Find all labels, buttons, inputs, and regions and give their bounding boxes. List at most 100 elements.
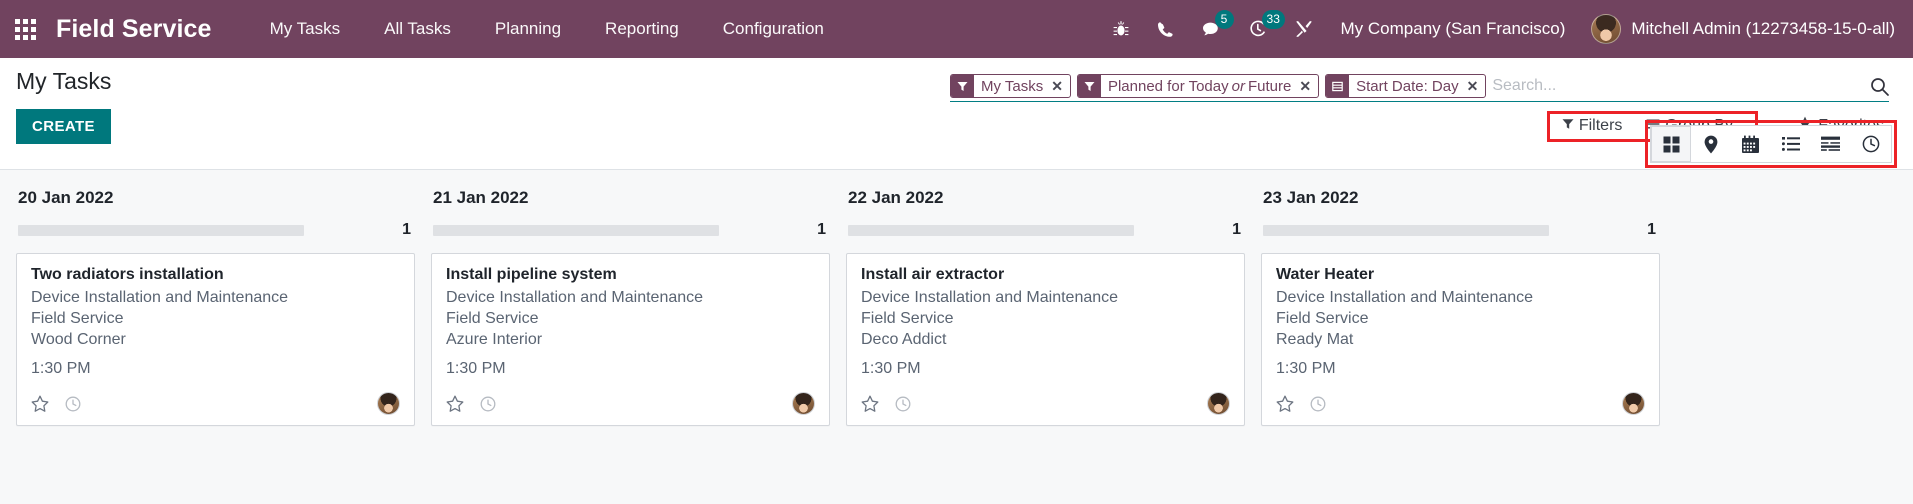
- control-panel: My Tasks CREATE My Tasks ✕ Planned for T…: [0, 58, 1913, 170]
- progress-bar[interactable]: [1263, 224, 1549, 236]
- card-title: Water Heater: [1276, 266, 1375, 283]
- card-footer: [861, 392, 1230, 416]
- app-brand-title[interactable]: Field Service: [48, 15, 222, 44]
- facet-label-operator: or: [1231, 77, 1245, 95]
- kanban-column-title[interactable]: 21 Jan 2022: [431, 184, 830, 208]
- chat-icon[interactable]: 5: [1188, 0, 1235, 58]
- company-selector[interactable]: My Company (San Francisco): [1327, 19, 1582, 39]
- card-footer: [1276, 392, 1645, 416]
- kanban-card[interactable]: Water Heater Device Installation and Mai…: [1261, 253, 1660, 427]
- assignee-avatar[interactable]: [792, 392, 815, 416]
- card-team: Field Service: [446, 310, 539, 328]
- view-map[interactable]: [1691, 126, 1731, 162]
- kanban-card[interactable]: Two radiators installation Device Instal…: [16, 253, 415, 427]
- view-gantt[interactable]: [1811, 126, 1851, 162]
- chat-badge-count: 5: [1214, 10, 1234, 29]
- kanban-board: 20 Jan 2022 1 Two radiators installation…: [0, 170, 1913, 504]
- view-calendar[interactable]: [1731, 126, 1771, 162]
- view-switcher: [1650, 125, 1892, 163]
- menu-item-configuration[interactable]: Configuration: [701, 1, 846, 57]
- facet-planned-today-future[interactable]: Planned for Today or Future ✕: [1076, 74, 1320, 98]
- user-menu[interactable]: Mitchell Admin (12273458-15-0-all): [1581, 14, 1895, 44]
- tools-icon[interactable]: [1281, 0, 1327, 58]
- view-activity[interactable]: [1851, 126, 1891, 162]
- kanban-column-title[interactable]: 22 Jan 2022: [846, 184, 1245, 208]
- filter-icon: [951, 75, 974, 97]
- filters-label: Filters: [1578, 117, 1623, 134]
- kanban-card[interactable]: Install air extractor Device Installatio…: [846, 253, 1245, 427]
- star-outline-icon[interactable]: [446, 395, 464, 413]
- activity-clock-icon[interactable]: 33: [1235, 0, 1285, 58]
- search-facets-row: My Tasks ✕ Planned for Today or Future ✕: [950, 74, 1889, 102]
- top-navbar: Field Service My Tasks All Tasks Plannin…: [0, 0, 1913, 58]
- star-outline-icon[interactable]: [31, 395, 49, 413]
- kanban-column: 23 Jan 2022 1 Water Heater Device Instal…: [1253, 184, 1668, 427]
- kanban-column-count: 1: [817, 221, 826, 238]
- star-outline-icon[interactable]: [1276, 395, 1294, 413]
- menu-item-all-tasks[interactable]: All Tasks: [362, 1, 473, 57]
- facet-label-head: Planned for Today: [1107, 77, 1229, 95]
- facet-label: Planned for Today or Future: [1101, 75, 1296, 97]
- kanban-column-progress: 1: [433, 221, 828, 239]
- filters-dropdown[interactable]: Filters: [1560, 117, 1635, 135]
- view-list[interactable]: [1771, 126, 1811, 162]
- clock-outline-icon[interactable]: [65, 396, 81, 412]
- card-title: Install pipeline system: [446, 266, 617, 283]
- view-switcher-highlight: [1645, 120, 1897, 168]
- kanban-card[interactable]: Install pipeline system Device Installat…: [431, 253, 830, 427]
- clock-outline-icon[interactable]: [480, 396, 496, 412]
- menu-item-my-tasks[interactable]: My Tasks: [248, 1, 363, 57]
- card-customer: Wood Corner: [31, 331, 126, 349]
- facet-start-date-day[interactable]: Start Date: Day ✕: [1325, 74, 1487, 98]
- create-button[interactable]: CREATE: [16, 108, 111, 144]
- kanban-column-progress: 1: [18, 221, 413, 239]
- bug-icon[interactable]: [1099, 0, 1143, 58]
- card-team: Field Service: [861, 310, 954, 328]
- filter-icon: [1077, 75, 1101, 97]
- facet-remove-icon[interactable]: ✕: [1048, 75, 1070, 97]
- card-time: 1:30 PM: [861, 360, 921, 378]
- kanban-column: 20 Jan 2022 1 Two radiators installation…: [8, 184, 423, 427]
- card-footer: [446, 392, 815, 416]
- menu-item-reporting[interactable]: Reporting: [583, 1, 701, 57]
- kanban-column-count: 1: [1232, 221, 1241, 238]
- card-project: Device Installation and Maintenance: [446, 289, 704, 306]
- facet-label: My Tasks: [981, 77, 1044, 95]
- kanban-column-count: 1: [1647, 221, 1656, 238]
- kanban-column-progress: 1: [848, 221, 1243, 239]
- assignee-avatar[interactable]: [1207, 392, 1230, 416]
- progress-bar[interactable]: [18, 224, 304, 236]
- kanban-column: 21 Jan 2022 1 Install pipeline system De…: [423, 184, 838, 427]
- facet-remove-icon[interactable]: ✕: [1296, 75, 1318, 97]
- card-time: 1:30 PM: [446, 360, 506, 378]
- card-title: Two radiators installation: [31, 266, 224, 283]
- kanban-column-title[interactable]: 23 Jan 2022: [1261, 184, 1660, 208]
- progress-bar[interactable]: [433, 224, 719, 236]
- search-input[interactable]: [1492, 77, 1862, 95]
- assignee-avatar[interactable]: [377, 392, 400, 416]
- apps-grid-icon[interactable]: [10, 14, 40, 44]
- card-footer: [31, 392, 400, 416]
- facet-remove-icon[interactable]: ✕: [1464, 75, 1486, 97]
- card-project: Device Installation and Maintenance: [31, 289, 289, 306]
- groupby-icon: [1326, 75, 1350, 97]
- kanban-column-count: 1: [402, 221, 411, 238]
- card-team: Field Service: [1276, 310, 1369, 328]
- view-kanban[interactable]: [1651, 126, 1691, 162]
- phone-icon[interactable]: [1143, 0, 1188, 58]
- clock-outline-icon[interactable]: [895, 396, 911, 412]
- search-area: My Tasks ✕ Planned for Today or Future ✕: [950, 74, 1889, 142]
- kanban-column-progress: 1: [1263, 221, 1658, 239]
- kanban-column-title[interactable]: 20 Jan 2022: [16, 184, 415, 208]
- assignee-avatar[interactable]: [1622, 392, 1645, 416]
- facet-label-tail: Future: [1247, 77, 1292, 95]
- card-project: Device Installation and Maintenance: [861, 289, 1119, 306]
- progress-bar[interactable]: [848, 224, 1134, 236]
- card-team: Field Service: [31, 310, 124, 328]
- clock-outline-icon[interactable]: [1310, 396, 1326, 412]
- star-outline-icon[interactable]: [861, 395, 879, 413]
- control-panel-left: My Tasks CREATE: [16, 68, 111, 144]
- menu-item-planning[interactable]: Planning: [473, 1, 583, 57]
- facet-my-tasks[interactable]: My Tasks ✕: [950, 74, 1071, 98]
- search-icon[interactable]: [1862, 74, 1889, 98]
